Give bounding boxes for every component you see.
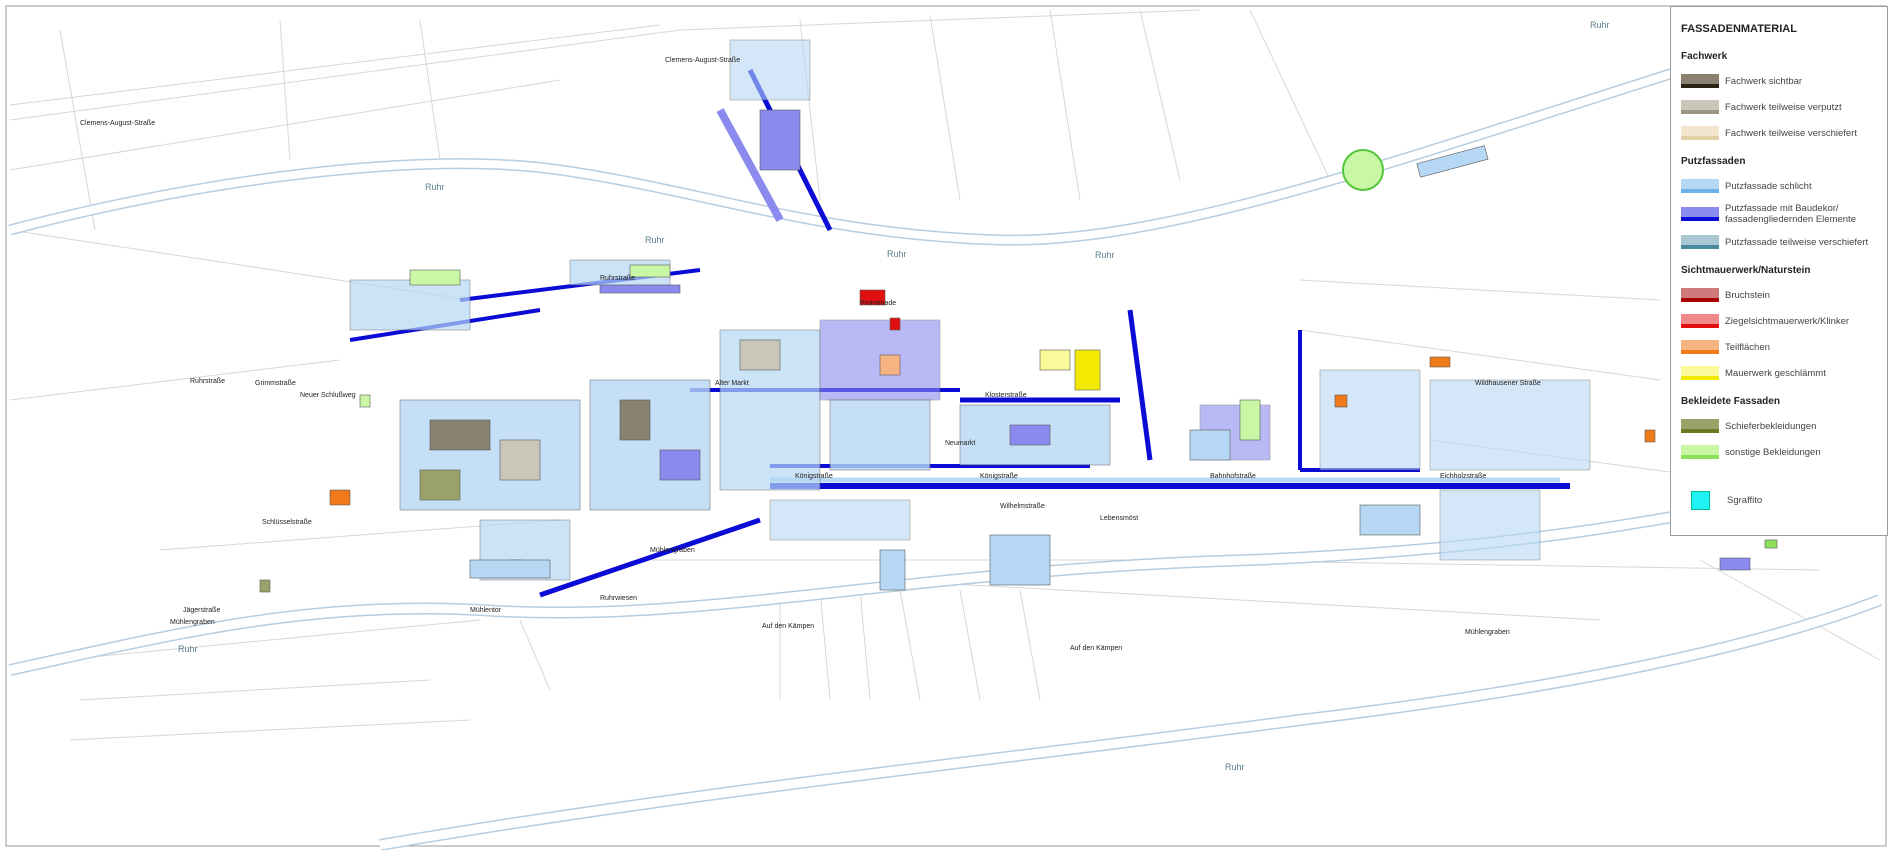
legend-item: Fachwerk teilweise verschiefert: [1681, 120, 1877, 146]
legend-panel: FASSADENMATERIAL Fachwerk Fachwerk sicht…: [1670, 6, 1888, 536]
color-swatch: [1681, 288, 1719, 302]
legend-item-label: Teilflächen: [1725, 341, 1770, 353]
legend-item: Bruchstein: [1681, 282, 1877, 308]
river-label: Ruhr: [1225, 762, 1245, 772]
legend-item: sonstige Bekleidungen: [1681, 439, 1877, 465]
street-label: Bahnhofstraße: [1210, 473, 1256, 480]
color-swatch: [1681, 235, 1719, 249]
color-swatch: [1681, 445, 1719, 459]
map-frame: Ruhr Ruhr Ruhr Ruhr Ruhr Ruhr Ruhr Cleme…: [0, 0, 1891, 850]
legend-group-bekleidete: Bekleidete Fassaden: [1681, 396, 1780, 407]
legend-item: Teilflächen: [1681, 334, 1877, 360]
street-label: Mühlentor: [470, 607, 502, 614]
legend-title: FASSADENMATERIAL: [1681, 23, 1797, 35]
river-label: Ruhr: [425, 182, 445, 192]
street-label: Schlüsselstraße: [262, 519, 312, 526]
legend-item-label: Fachwerk teilweise verputzt: [1725, 101, 1842, 113]
legend-item: Mauerwerk geschlämmt: [1681, 360, 1877, 386]
color-swatch: [1681, 100, 1719, 114]
street-label: Ruhrstraße: [190, 378, 225, 385]
street-label: Wilhelmstraße: [1000, 503, 1045, 510]
legend-item: Putzfassade schlicht: [1681, 173, 1877, 199]
color-swatch: [1681, 314, 1719, 328]
legend-item-label: Sgraffito: [1727, 494, 1763, 506]
street-label: Klosterstraße: [985, 392, 1027, 399]
street-label: Königstraße: [795, 473, 833, 480]
street-label: Neumarkt: [945, 440, 975, 447]
river-label: Ruhr: [887, 249, 907, 259]
legend-item: Fachwerk sichtbar: [1681, 68, 1877, 94]
street-label: Auf den Kämpen: [762, 623, 814, 630]
street-label: Grimmstraße: [255, 380, 296, 387]
street-label: Mühlengraben: [650, 547, 695, 554]
street-label: Mühlengraben: [1465, 629, 1510, 636]
legend-item-label: Schieferbekleidungen: [1725, 420, 1817, 432]
legend-item-label: Putzfassade teilweise verschiefert: [1725, 236, 1869, 248]
legend-item: Schieferbekleidungen: [1681, 413, 1877, 439]
river-label: Ruhr: [178, 644, 198, 654]
legend-item: Fachwerk teilweise verputzt: [1681, 94, 1877, 120]
legend-item-label: sonstige Bekleidungen: [1725, 446, 1821, 458]
street-label: Mühlengraben: [170, 619, 215, 626]
river-label: Ruhr: [1095, 250, 1115, 260]
color-swatch: [1681, 340, 1719, 354]
legend-item: Ziegelsichtmauerwerk/Klinker: [1681, 308, 1877, 334]
street-label: Ruhrstraße: [600, 275, 635, 282]
legend-group-fachwerk: Fachwerk: [1681, 51, 1728, 62]
legend-item: Putzfassade teilweise verschiefert: [1681, 229, 1877, 255]
legend-item-label: Putzfassade schlicht: [1725, 180, 1812, 192]
legend-item-label: Putzfassade mit Baudekor/ fassadengliede…: [1725, 203, 1856, 225]
street-label: Auf den Kämpen: [1070, 645, 1122, 652]
street-label: Königstraße: [980, 473, 1018, 480]
legend-item-label: Fachwerk sichtbar: [1725, 75, 1803, 87]
legend-group-putzfassaden: Putzfassaden: [1681, 156, 1746, 167]
street-label: Wildhausener Straße: [1475, 380, 1541, 387]
street-label: Clemens-August-Straße: [665, 57, 740, 64]
color-swatch: [1681, 126, 1719, 140]
legend-item: Putzfassade mit Baudekor/ fassadengliede…: [1681, 199, 1877, 229]
legend-item-label: Fachwerk teilweise verschiefert: [1725, 127, 1857, 139]
street-label: Ruhrwiesen: [600, 595, 637, 602]
river-label: Ruhr: [645, 235, 665, 245]
color-swatch: [1681, 366, 1719, 380]
green-circle-feature: [1342, 149, 1384, 191]
street-label: Jägerstraße: [183, 607, 220, 614]
street-label: Alter Markt: [715, 380, 749, 387]
color-swatch: [1681, 74, 1719, 88]
street-label: Lebensmöst: [1100, 515, 1138, 522]
color-swatch: [1681, 419, 1719, 433]
street-label: Eichholzstraße: [1440, 473, 1486, 480]
street-label: Promenade: [860, 300, 896, 307]
legend-item-sgraffito: Sgraffito: [1681, 487, 1877, 513]
legend-group-sichtmauerwerk: Sichtmauerwerk/Naturstein: [1681, 265, 1811, 276]
street-label: Clemens-August-Straße: [80, 120, 155, 127]
legend-item-label: Ziegelsichtmauerwerk/Klinker: [1725, 315, 1850, 327]
river-label: Ruhr: [1590, 20, 1610, 30]
color-swatch: [1691, 490, 1710, 510]
color-swatch: [1681, 179, 1719, 193]
map-canvas[interactable]: Ruhr Ruhr Ruhr Ruhr Ruhr Ruhr Ruhr Cleme…: [0, 0, 1891, 850]
color-swatch: [1681, 207, 1719, 221]
legend-item-label: Mauerwerk geschlämmt: [1725, 367, 1826, 379]
legend-item-label: Bruchstein: [1725, 289, 1770, 301]
street-label: Neuer Schlußweg: [300, 392, 356, 399]
